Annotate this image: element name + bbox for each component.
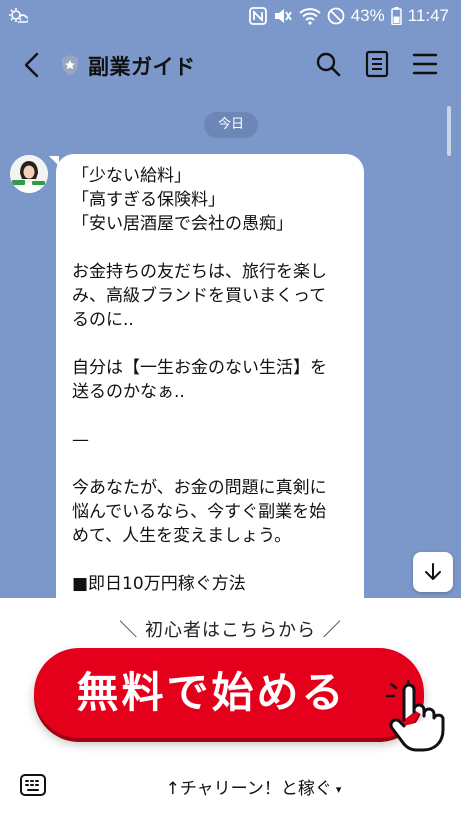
scroll-to-bottom-button[interactable] [413,552,453,592]
chat-header: 副業ガイド [0,32,461,98]
bottom-bar: ↑チャリーン！と稼ぐ ▾ [0,758,461,819]
search-icon[interactable] [314,50,342,78]
weather-icon [9,8,28,23]
menu-icon[interactable] [412,52,438,76]
page-title: 副業ガイド [88,55,196,79]
message-text: 「少ない給料」 「高すぎる保険料」 「安い居酒屋で会社の愚痴」 お金持ちの友だち… [72,166,327,594]
message-bubble[interactable]: 「少ない給料」 「高すぎる保険料」 「安い居酒屋で会社の愚痴」 お金持ちの友だち… [56,154,364,598]
rich-menu-label: ↑チャリーン！と稼ぐ [165,779,332,799]
do-not-disturb-icon [327,7,345,25]
rich-menu-banner[interactable]: ＼ 初心者はこちらから ／ 無料で始める [0,598,461,758]
mute-icon [274,9,292,23]
battery-percent: 43% [350,6,385,25]
date-separator: 今日 [204,112,258,138]
chat-area[interactable]: 今日 「少ない給料」 「高すぎる保険料」 「安い居酒屋で会社の愚痴」 お金持ちの… [0,98,461,598]
verified-shield-icon [62,55,78,75]
clock: 11:47 [407,6,449,25]
caret-down-icon: ▾ [335,782,342,796]
back-arrow-icon[interactable] [18,50,48,80]
avatar[interactable] [10,155,48,193]
pointing-hand-icon [385,680,445,752]
cta-label: 無料で始める [76,668,347,717]
notes-icon[interactable] [364,50,390,78]
start-free-button[interactable]: 無料で始める [34,648,424,738]
banner-subtitle: ＼ 初心者はこちらから ／ [119,620,342,641]
scrollbar[interactable] [447,106,451,156]
wifi-icon [299,8,321,25]
status-bar: 43% 11:47 [0,0,461,32]
avatar-portrait-icon [10,155,48,193]
arrow-down-icon [425,563,441,580]
nfc-icon [248,7,267,25]
battery-icon [390,7,402,25]
rich-menu-toggle[interactable]: ↑チャリーン！と稼ぐ ▾ [0,774,461,799]
